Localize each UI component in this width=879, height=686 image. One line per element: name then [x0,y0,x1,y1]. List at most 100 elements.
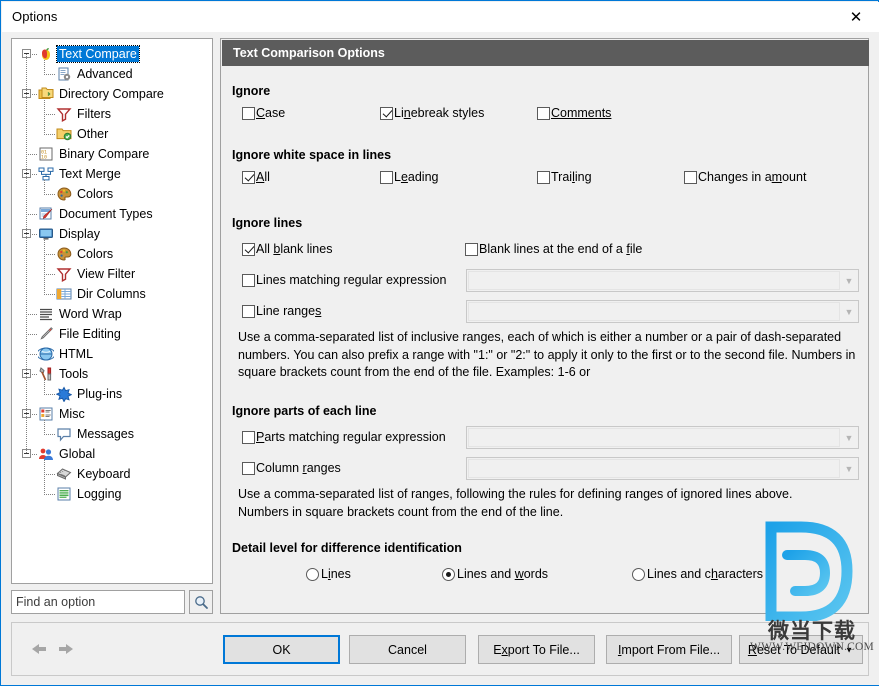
radio-circle [632,567,645,581]
checkbox-ws-all[interactable]: All [242,170,270,184]
radio-lines[interactable]: Lines [306,567,351,581]
group-ignore-parts: Ignore parts of each line Parts matching… [232,404,859,534]
checkbox-ignore-case[interactable]: Case [242,106,285,120]
chevron-down-icon[interactable]: ▼ [840,301,858,322]
combo-value[interactable] [468,302,840,321]
tree-item-other[interactable]: Other [12,124,212,144]
close-icon[interactable]: ✕ [833,2,879,32]
ok-button[interactable]: OK [223,635,340,664]
tree-expander-icon[interactable] [22,409,31,418]
tree-item-tools[interactable]: Tools [12,364,212,384]
checkbox-linebreak-styles[interactable]: Linebreak styles [380,106,484,120]
chevron-down-icon[interactable]: ▼ [840,427,858,448]
arrow-left-icon[interactable] [29,640,49,658]
checkbox-blank-lines-end[interactable]: Blank lines at the end of a file [465,242,642,256]
chevron-down-icon[interactable]: ▼ [840,458,858,479]
combo-value[interactable] [468,459,840,478]
title-bar: Options ✕ [2,2,879,32]
monitor-icon [38,226,54,242]
chevron-down-icon[interactable]: ▼ [840,270,858,291]
import-from-file-button[interactable]: Import From File... [606,635,732,664]
tree-item-word-wrap[interactable]: Word Wrap [12,304,212,324]
tree-item-dir-columns[interactable]: Dir Columns [12,284,212,304]
tree-item-display[interactable]: Display [12,224,212,244]
reset-to-default-button[interactable]: Reset To Default ▼ [739,635,863,664]
radio-lines-and-words[interactable]: Lines and words [442,567,548,581]
tree-item-text-merge[interactable]: Text Merge [12,164,212,184]
combo-line-ranges[interactable]: ▼ [466,300,859,323]
tree-item-directory-compare[interactable]: Directory Compare [12,84,212,104]
checkbox-box [380,170,393,184]
folders-icon [38,86,54,102]
checkbox-label: All [256,170,270,184]
options-dialog: Options ✕ Text Compare Advanced Directory … [0,0,879,686]
arrow-right-icon[interactable] [56,640,76,658]
checkbox-lines-matching-regex[interactable]: Lines matching regular expression [242,273,446,287]
export-to-file-button[interactable]: Export To File... [478,635,595,664]
checkbox-label: Changes in amount [698,170,807,184]
tree-item-label: HTML [59,347,94,361]
export-label: Export To File... [493,642,580,657]
tree-item-logging[interactable]: Logging [12,484,212,504]
tree-item-binary-compare[interactable]: 01 10 Binary Compare [12,144,212,164]
tree-item-keyboard[interactable]: Keyboard [12,464,212,484]
checkbox-ignore-comments[interactable]: Comments [537,106,611,120]
tree-expander-icon[interactable] [22,229,31,238]
folder-check-icon [56,126,72,142]
tree-item-filters[interactable]: Filters [12,104,212,124]
tree-item-plug-ins[interactable]: Plug-ins [12,384,212,404]
radio-circle [442,567,455,581]
tree-item-label: Other [77,127,109,141]
checkbox-all-blank-lines[interactable]: All blank lines [242,242,332,256]
checkbox-ws-leading[interactable]: Leading [380,170,439,184]
tree-item-text-compare[interactable]: Text Compare [12,44,212,64]
tree-item-document-types[interactable]: Document Types [12,204,212,224]
checkbox-ws-changes[interactable]: Changes in amount [684,170,806,184]
ignore-parts-help: Use a comma-separated list of ranges, fo… [238,487,793,519]
tree-item-label: Dir Columns [77,287,146,301]
checkbox-box [242,273,255,287]
checkbox-column-ranges[interactable]: Column ranges [242,461,341,475]
checkbox-box [537,170,550,184]
combo-lines-regex[interactable]: ▼ [466,269,859,292]
tree-item-html[interactable]: HTML [12,344,212,364]
checkbox-box [537,106,550,120]
pencil-icon [38,326,54,342]
tree-item-label: View Filter [77,267,136,281]
radio-lines-and-characters[interactable]: Lines and characters [632,567,763,581]
tree-item-view-filter[interactable]: View Filter [12,264,212,284]
tree-item-label: Plug-ins [77,387,123,401]
tree-item-label: Tools [59,367,89,381]
tree-item-label: Text Compare [56,45,140,63]
search-input[interactable] [11,590,185,614]
tree-item-misc[interactable]: Misc [12,404,212,424]
chevron-down-icon[interactable]: ▼ [845,645,853,654]
checkbox-box [242,461,255,475]
checkbox-ws-trailing[interactable]: Trailing [537,170,592,184]
checkbox-label: Linebreak styles [394,106,485,120]
checkbox-label: Parts matching regular expression [256,430,446,444]
search-icon[interactable] [189,590,213,614]
tree-expander-icon[interactable] [22,369,31,378]
tree-item-colors[interactable]: Colors [12,184,212,204]
combo-parts-regex[interactable]: ▼ [466,426,859,449]
tree-expander-icon[interactable] [22,449,31,458]
combo-value[interactable] [468,428,840,447]
options-tree[interactable]: Text Compare Advanced Directory Compare Fil… [11,38,213,584]
tree-item-global[interactable]: Global [12,444,212,464]
tree-item-colors[interactable]: Colors [12,244,212,264]
tree-expander-icon[interactable] [22,169,31,178]
tree-expander-icon[interactable] [22,49,31,58]
tree-item-messages[interactable]: Messages [12,424,212,444]
cancel-button[interactable]: Cancel [349,635,466,664]
checkbox-label: Line ranges [256,304,322,318]
combo-column-ranges[interactable]: ▼ [466,457,859,480]
tree-expander-icon[interactable] [22,89,31,98]
combo-value[interactable] [468,271,840,290]
checkbox-parts-matching-regex[interactable]: Parts matching regular expression [242,430,446,444]
group-ignore-lines: Ignore lines All blank lines Blank lines… [232,216,859,379]
checkbox-line-ranges[interactable]: Line ranges [242,304,321,318]
tree-item-file-editing[interactable]: File Editing [12,324,212,344]
tree-item-advanced[interactable]: Advanced [12,64,212,84]
radio-circle [306,567,319,581]
